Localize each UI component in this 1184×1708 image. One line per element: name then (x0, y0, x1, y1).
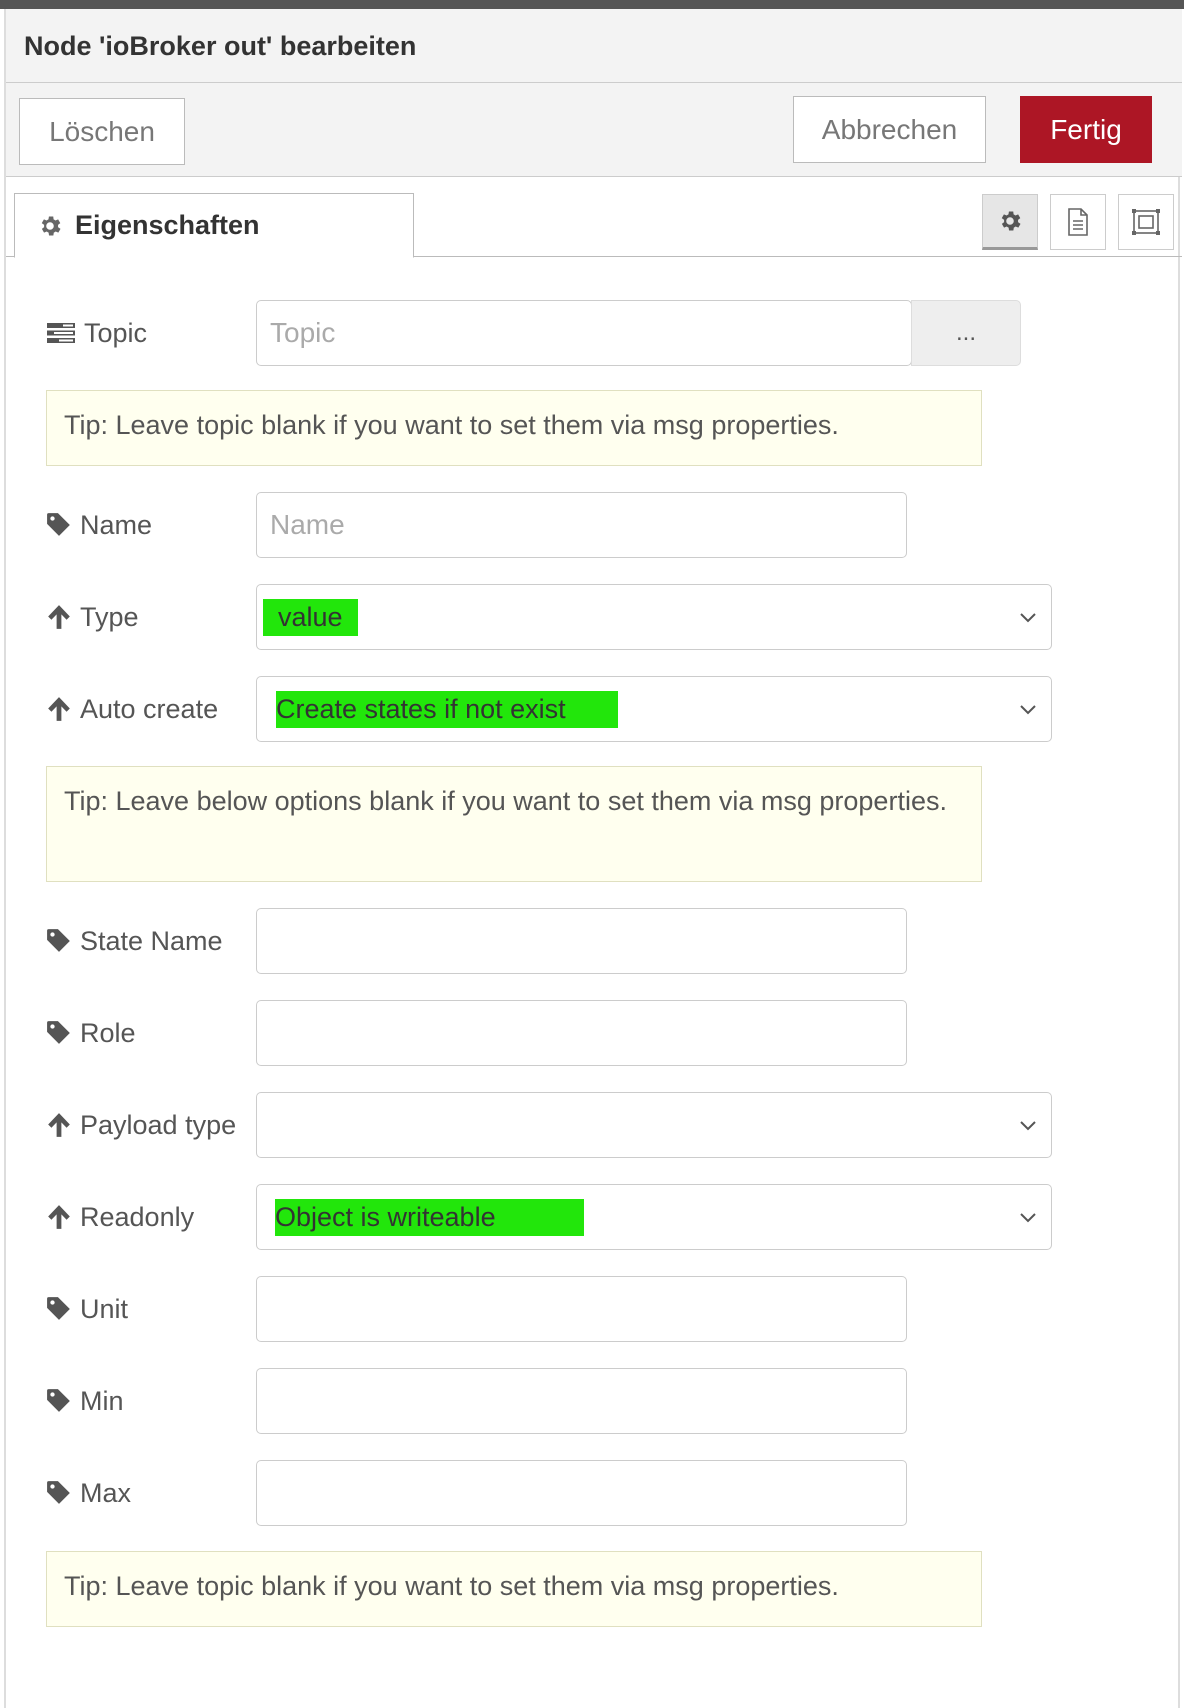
top-edge-bar (0, 0, 1184, 9)
chevron-down-icon (1020, 1121, 1036, 1131)
topic-label: Topic (46, 300, 147, 366)
auto-create-label-text: Auto create (80, 693, 219, 724)
arrow-up-icon (48, 697, 70, 721)
max-label: Max (46, 1460, 131, 1526)
chevron-down-icon (1020, 705, 1036, 715)
unit-input[interactable] (256, 1276, 907, 1342)
header-divider (6, 82, 1182, 83)
readonly-label-text: Readonly (80, 1201, 195, 1232)
frame-icon (1132, 209, 1160, 235)
topic-label-text: Topic (84, 317, 148, 348)
tip-box: Tip: Leave topic blank if you want to se… (46, 390, 982, 466)
delete-button[interactable]: Löschen (19, 98, 185, 165)
role-label: Role (46, 1000, 136, 1066)
min-label: Min (46, 1368, 124, 1434)
auto-create-select[interactable]: Create states if not exist (256, 676, 1052, 742)
type-select[interactable]: value (256, 584, 1052, 650)
tip-box: Tip: Leave below options blank if you wa… (46, 766, 982, 882)
state-name-label: State Name (46, 908, 223, 974)
arrow-up-icon (48, 605, 70, 629)
type-select-value: value (263, 598, 358, 636)
auto-create-select-value: Create states if not exist (276, 690, 618, 728)
readonly-select-value: Object is writeable (275, 1198, 584, 1236)
role-label-text: Role (80, 1017, 136, 1048)
topic-browse-button[interactable]: ... (911, 300, 1021, 366)
max-input[interactable] (256, 1460, 907, 1526)
dialog-title: Node 'ioBroker out' bearbeiten (24, 31, 417, 61)
chevron-down-icon (1020, 1213, 1036, 1223)
tab-bar: Eigenschaften (6, 177, 1182, 258)
max-label-text: Max (80, 1477, 132, 1508)
tasks-icon (47, 323, 75, 343)
tray-header: Node 'ioBroker out' bearbeiten Löschen A… (6, 9, 1182, 177)
topic-input[interactable]: Topic (256, 300, 912, 366)
payload-type-select[interactable] (256, 1092, 1052, 1158)
state-name-input[interactable] (256, 908, 907, 974)
arrow-up-icon (48, 1205, 70, 1229)
role-input[interactable] (256, 1000, 907, 1066)
state-name-label-text: State Name (80, 925, 223, 956)
appearance-tab-button[interactable] (1118, 194, 1174, 250)
description-tab-button[interactable] (1050, 194, 1106, 250)
gear-icon (41, 215, 61, 236)
unit-label: Unit (46, 1276, 128, 1342)
tag-icon (47, 1481, 70, 1504)
tab-properties-label: Eigenschaften (75, 210, 260, 240)
tag-icon (47, 1389, 70, 1412)
tag-icon (47, 929, 70, 952)
edit-tray: Node 'ioBroker out' bearbeiten Löschen A… (4, 9, 1182, 1708)
name-label-text: Name (80, 509, 153, 540)
readonly-label: Readonly (46, 1184, 194, 1250)
type-label-text: Type (80, 601, 139, 632)
payload-type-label-text: Payload type (80, 1109, 237, 1140)
name-placeholder: Name (270, 509, 345, 540)
min-label-text: Min (80, 1385, 124, 1416)
tip-box: Tip: Leave topic blank if you want to se… (46, 1551, 982, 1627)
unit-label-text: Unit (80, 1293, 129, 1324)
chevron-down-icon (1020, 613, 1036, 623)
type-label: Type (46, 584, 139, 650)
topic-placeholder: Topic (270, 317, 336, 348)
auto-create-label: Auto create (46, 676, 218, 742)
cancel-button[interactable]: Abbrechen (793, 96, 986, 163)
tag-icon (47, 1297, 70, 1320)
document-icon (1068, 208, 1088, 236)
done-button[interactable]: Fertig (1020, 96, 1152, 163)
name-label: Name (46, 492, 152, 558)
settings-tab-button[interactable] (982, 194, 1038, 250)
readonly-select[interactable]: Object is writeable (256, 1184, 1052, 1250)
min-input[interactable] (256, 1368, 907, 1434)
payload-type-label: Payload type (46, 1092, 236, 1158)
tag-icon (47, 1021, 70, 1044)
name-input[interactable]: Name (256, 492, 907, 558)
tab-properties[interactable]: Eigenschaften (14, 193, 414, 258)
gear-icon (1001, 211, 1021, 231)
tag-icon (47, 513, 70, 536)
arrow-up-icon (48, 1113, 70, 1137)
